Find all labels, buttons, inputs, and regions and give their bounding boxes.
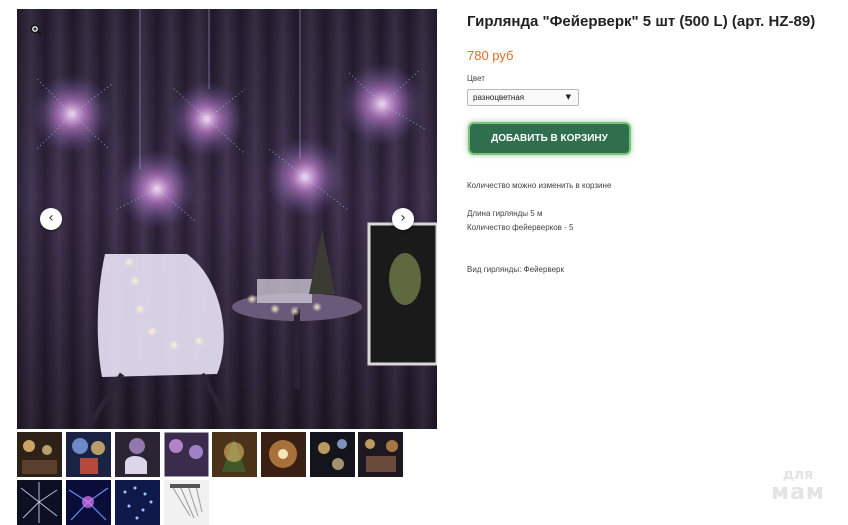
chevron-left-icon: ‹	[48, 210, 54, 226]
thumbnail[interactable]	[66, 432, 111, 477]
color-select[interactable]: разноцветная ▼	[467, 89, 579, 106]
main-product-image[interactable]	[17, 9, 437, 429]
watermark-logo: для мам	[762, 468, 834, 504]
gallery-next-button[interactable]: ›	[392, 208, 414, 230]
thumbnail[interactable]	[310, 432, 355, 477]
zoom-in-icon[interactable]	[30, 23, 42, 36]
caret-down-icon: ▼	[565, 93, 571, 101]
firework-burst	[32, 62, 424, 229]
thumbnail[interactable]	[115, 480, 160, 525]
thumbnail[interactable]	[66, 480, 111, 525]
thumbnail[interactable]	[164, 480, 209, 525]
thumbnail[interactable]	[115, 432, 160, 477]
thumbnail[interactable]	[164, 432, 209, 477]
color-label: Цвет	[467, 74, 485, 83]
thumbnail[interactable]	[17, 432, 62, 477]
chevron-right-icon: ›	[400, 210, 406, 226]
color-select-value: разноцветная	[473, 93, 525, 102]
product-price: 780 руб	[467, 48, 514, 63]
thumbnail[interactable]	[212, 432, 257, 477]
fireworks-scene	[32, 9, 437, 429]
spec-length: Длина гирлянды 5 м	[467, 209, 543, 218]
books	[257, 279, 312, 303]
add-to-cart-button[interactable]: ДОБАВИТЬ В КОРЗИНУ	[468, 122, 631, 155]
product-title: Гирлянда "Фейерверк" 5 шт (500 L) (арт. …	[467, 13, 816, 30]
spec-type: Вид гирлянды: Фейерверк	[467, 265, 564, 274]
spec-fireworks-count: Количество фейерверков - 5	[467, 223, 574, 232]
gallery-prev-button[interactable]: ‹	[40, 208, 62, 230]
thumbnail[interactable]	[261, 432, 306, 477]
white-chair	[97, 254, 224, 377]
watermark-line-2: мам	[771, 480, 825, 505]
cart-note: Количество можно изменить в корзине	[467, 181, 612, 190]
thumbnail[interactable]	[17, 480, 62, 525]
thumbnail[interactable]	[358, 432, 403, 477]
small-tree	[309, 229, 335, 294]
